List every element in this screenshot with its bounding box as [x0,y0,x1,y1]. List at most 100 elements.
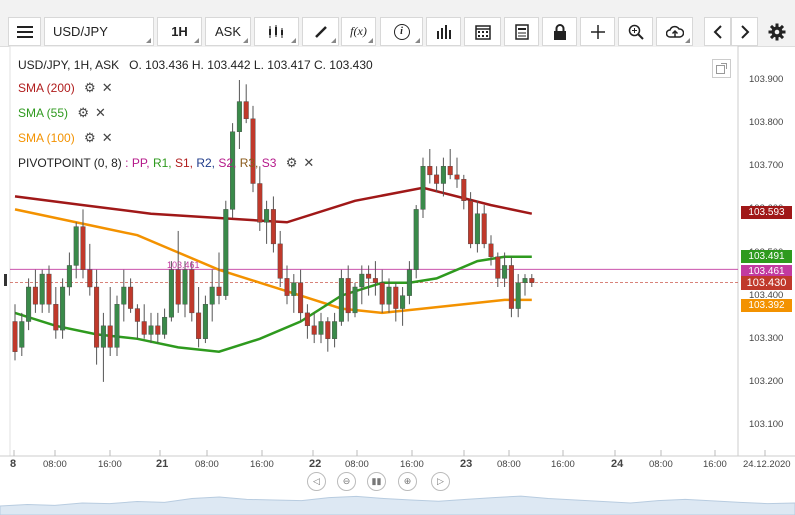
pivot-r3: R3, [236,156,259,170]
candle-body [440,166,446,184]
candle-body [46,273,52,305]
nav-forward-button[interactable]: ▷ [431,472,450,491]
menu-button[interactable] [8,17,41,46]
time-tick-label: 16:00 [703,459,727,470]
volume-button[interactable] [426,17,461,46]
legend-sma-55[interactable]: SMA (55) ⚙ ✕ [18,105,106,121]
time-tick-label: 24 [611,458,624,470]
candle-body [379,282,385,305]
candle-body [481,213,487,245]
candle-body [488,243,494,258]
symbol-selector[interactable]: USD/JPY [44,17,154,46]
candle-body [134,308,140,322]
candle-body [325,321,331,339]
candle-body [393,286,399,309]
candle-body [461,178,467,201]
gear-icon[interactable]: ⚙ [286,155,298,170]
scroll-right-button[interactable] [731,17,758,46]
close-icon[interactable]: ✕ [303,155,314,170]
gear-icon[interactable]: ⚙ [84,130,96,145]
price-tag: 103.430 [741,275,792,290]
candle-body [468,200,474,245]
drag-handle [4,274,7,286]
candle-body [66,265,72,288]
legend-label: PIVOTPOINT (0, 8) [18,156,122,170]
info-button[interactable]: i [380,17,423,46]
candle-body [366,273,372,279]
crosshair-button[interactable] [580,17,615,46]
close-icon[interactable]: ✕ [102,130,113,145]
draw-tool-button[interactable] [302,17,339,46]
nav-back-button[interactable]: ◁ [307,472,326,491]
news-button[interactable] [504,17,539,46]
legend-sma-100[interactable]: SMA (100) ⚙ ✕ [18,130,113,146]
close-icon[interactable]: ✕ [95,105,106,120]
candle-body [270,209,276,245]
candle-body [257,183,263,223]
candle-body [372,278,378,283]
candle-body [264,209,270,223]
cloud-button[interactable] [656,17,693,46]
time-tick-label: 16:00 [250,459,274,470]
time-tick-label: 8 [10,458,17,470]
legend-sma-200[interactable]: SMA (200) ⚙ ✕ [18,80,113,96]
chart-area[interactable]: USD/JPY, 1H, ASK O. 103.436 H. 103.442 L… [0,46,795,515]
scroll-left-button[interactable] [704,17,731,46]
gear-icon[interactable]: ⚙ [84,80,96,95]
time-tick-label: 24.12.2020 [743,459,791,470]
plot-frame [9,46,739,457]
candle-body [236,101,242,132]
legend-pivot[interactable]: PIVOTPOINT (0, 8) : PP, R1, S1, R2, S2, … [18,155,314,171]
candle-body [454,174,460,180]
price-tag: 103.491 [741,250,792,264]
candle-body [311,325,317,335]
document-icon [514,23,529,40]
lock-button[interactable] [542,17,577,46]
calendar-icon [474,24,491,40]
candle-body [474,213,480,245]
close-icon[interactable]: ✕ [102,80,113,95]
time-tick-label: 08:00 [43,459,67,470]
timeframe-selector[interactable]: 1H [157,17,202,46]
nav-fit-button[interactable]: ▮▮ [367,472,386,491]
crosshair-icon [590,24,605,39]
nav-zoom-in-button[interactable]: ⊕ [398,472,417,491]
price-tag: 103.593 [741,206,792,220]
symbol-label: USD/JPY [53,24,108,39]
candle-body [434,174,440,184]
expand-chart-button[interactable] [712,59,731,78]
time-tick-label: 08:00 [497,459,521,470]
zoom-out-icon: ⊖ [342,476,351,486]
time-tick-label: 16:00 [400,459,424,470]
price-chart[interactable] [0,46,795,515]
candle-body [318,321,324,335]
candle-body [223,209,229,296]
candle-body [87,269,93,288]
zoom-button[interactable] [618,17,653,46]
price-tick-label: 103.100 [749,419,784,430]
candle-body [19,321,25,348]
candle-body [352,286,358,314]
candle-body [345,278,351,314]
candle-body [304,312,310,327]
chevron-right-icon [740,24,749,39]
gear-icon[interactable]: ⚙ [77,105,89,120]
calendar-button[interactable] [464,17,501,46]
gear-icon [768,23,786,40]
indicators-button[interactable]: f(x) [341,17,376,46]
nav-zoom-out-button[interactable]: ⊖ [337,472,356,491]
time-tick-label: 16:00 [98,459,122,470]
candle-body [508,265,514,309]
candle-body [332,321,338,339]
candle-body [250,118,256,184]
expand-icon [716,63,727,74]
candle-body [386,286,392,305]
candle-body [26,286,32,322]
candle-body [502,265,508,279]
chart-type-button[interactable] [254,17,299,46]
candle-body [529,278,535,283]
time-tick-label: 08:00 [195,459,219,470]
price-type-selector[interactable]: ASK [205,17,251,46]
settings-button[interactable] [762,17,792,46]
magnifier-icon [628,24,644,40]
